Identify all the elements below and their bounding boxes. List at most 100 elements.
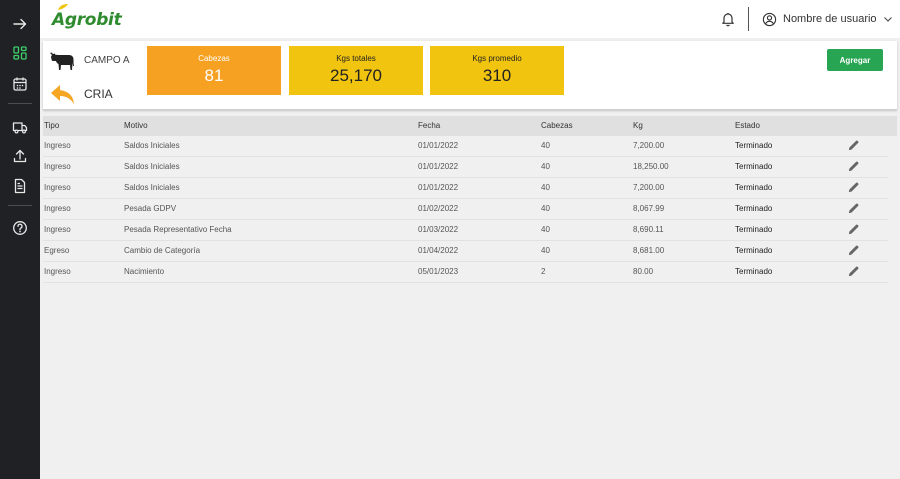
table-row: Ingreso Saldos Iniciales 01/01/2022 40 1… xyxy=(43,157,888,178)
chevron-down-icon xyxy=(883,17,892,22)
card-kgs-promedio: Kgs promedio 310 xyxy=(430,46,564,95)
cell-motivo: Nacimiento xyxy=(124,267,165,276)
sidebar-divider xyxy=(8,205,32,206)
cell-kg: 80.00 xyxy=(633,267,654,276)
cell-fecha: 01/02/2022 xyxy=(418,204,459,213)
cell-tipo: Ingreso xyxy=(44,267,71,276)
cell-fecha: 01/03/2022 xyxy=(418,225,459,234)
table-row: Ingreso Saldos Iniciales 01/01/2022 40 7… xyxy=(43,136,888,157)
cell-kg: 7,200.00 xyxy=(633,183,665,192)
cell-kg: 8,690.11 xyxy=(633,225,664,234)
cell-estado: Terminado xyxy=(735,162,773,171)
sidebar-item-calendar[interactable] xyxy=(0,72,40,96)
table-row: Ingreso Pesada Representativo Fecha 01/0… xyxy=(43,220,888,241)
truck-icon xyxy=(12,122,28,134)
cell-cabezas: 2 xyxy=(541,267,546,276)
cell-motivo: Saldos Iniciales xyxy=(124,141,180,150)
sidebar xyxy=(0,0,40,479)
card-value: 25,170 xyxy=(330,66,382,85)
table-row: Ingreso Saldos Iniciales 01/01/2022 40 7… xyxy=(43,178,888,199)
card-label: Kgs totales xyxy=(336,54,376,63)
cell-fecha: 01/01/2022 xyxy=(418,141,459,150)
cell-motivo: Cambio de Categoría xyxy=(124,246,201,255)
header-cabezas[interactable]: Cabezas xyxy=(541,116,573,136)
header-estado[interactable]: Estado xyxy=(735,116,760,136)
back-arrow-icon[interactable] xyxy=(49,83,77,107)
sidebar-item-reports[interactable] xyxy=(0,174,40,198)
upload-icon xyxy=(13,149,27,163)
cell-fecha: 01/01/2022 xyxy=(418,162,459,171)
sidebar-item-upload[interactable] xyxy=(0,144,40,168)
notifications-bell-icon[interactable] xyxy=(720,11,736,27)
header-kg[interactable]: Kg xyxy=(633,116,643,136)
cell-cabezas: 40 xyxy=(541,246,550,255)
edit-pencil-icon[interactable] xyxy=(847,139,860,152)
header-motivo[interactable]: Motivo xyxy=(124,116,148,136)
cell-fecha: 01/04/2022 xyxy=(418,246,459,255)
summary-panel: CAMPO A CRIA Cabezas 81 Kgs totales 25,1… xyxy=(43,41,897,110)
cell-motivo: Saldos Iniciales xyxy=(124,183,180,192)
cell-kg: 8,067.99 xyxy=(633,204,665,213)
cell-tipo: Ingreso xyxy=(44,141,71,150)
edit-pencil-icon[interactable] xyxy=(847,181,860,194)
cell-fecha: 01/01/2022 xyxy=(418,183,459,192)
cell-cabezas: 40 xyxy=(541,225,550,234)
cell-cabezas: 40 xyxy=(541,183,550,192)
cell-fecha: 05/01/2023 xyxy=(418,267,459,276)
arrow-right-icon xyxy=(13,18,27,30)
sidebar-item-dashboard[interactable] xyxy=(0,41,40,65)
header-fecha[interactable]: Fecha xyxy=(418,116,440,136)
cell-motivo: Pesada GDPV xyxy=(124,204,177,213)
user-menu[interactable]: Nombre de usuario xyxy=(762,10,893,28)
categoria-label: CRIA xyxy=(84,87,113,101)
sidebar-item-transport[interactable] xyxy=(0,115,40,139)
sidebar-expand-button[interactable] xyxy=(0,12,40,36)
card-value: 81 xyxy=(204,66,224,85)
edit-pencil-icon[interactable] xyxy=(847,223,860,236)
cell-kg: 7,200.00 xyxy=(633,141,665,150)
edit-pencil-icon[interactable] xyxy=(847,160,860,173)
edit-pencil-icon[interactable] xyxy=(847,244,860,257)
cell-kg: 8,681.00 xyxy=(633,246,665,255)
cell-tipo: Ingreso xyxy=(44,183,71,192)
card-cabezas: Cabezas 81 xyxy=(147,46,281,95)
edit-pencil-icon[interactable] xyxy=(847,265,860,278)
header-tipo[interactable]: Tipo xyxy=(44,116,59,136)
card-value: 310 xyxy=(482,66,512,85)
cell-motivo: Saldos Iniciales xyxy=(124,162,180,171)
cell-motivo: Pesada Representativo Fecha xyxy=(124,225,232,234)
cow-icon xyxy=(50,52,74,70)
user-name: Nombre de usuario xyxy=(783,13,877,25)
card-label: Kgs promedio xyxy=(472,54,522,63)
cell-tipo: Ingreso xyxy=(44,204,71,213)
cell-cabezas: 40 xyxy=(541,141,550,150)
sidebar-item-help[interactable] xyxy=(0,216,40,240)
campo-label: CAMPO A xyxy=(84,55,130,66)
cell-tipo: Ingreso xyxy=(44,162,71,171)
user-circle-icon xyxy=(762,12,777,26)
header-divider xyxy=(748,7,749,31)
edit-pencil-icon[interactable] xyxy=(847,202,860,215)
dashboard-grid-icon xyxy=(13,46,27,60)
cell-cabezas: 40 xyxy=(541,162,550,171)
help-icon xyxy=(13,221,27,235)
table-row: Ingreso Nacimiento 05/01/2023 2 80.00 Te… xyxy=(43,262,888,283)
cell-tipo: Egreso xyxy=(44,246,70,255)
add-button[interactable]: Agregar xyxy=(827,49,883,71)
top-header: Agrobit Nombre de usuario xyxy=(40,0,900,38)
agrobit-logo[interactable]: Agrobit xyxy=(52,4,122,30)
logo-text: Agrobit xyxy=(52,10,122,30)
cell-estado: Terminado xyxy=(735,183,773,192)
table-header: Tipo Motivo Fecha Cabezas Kg Estado xyxy=(43,116,897,136)
cell-kg: 18,250.00 xyxy=(633,162,669,171)
table-row: Egreso Cambio de Categoría 01/04/2022 40… xyxy=(43,241,888,262)
sidebar-divider xyxy=(8,103,32,104)
card-label: Cabezas xyxy=(198,54,230,63)
table-row: Ingreso Pesada GDPV 01/02/2022 40 8,067.… xyxy=(43,199,888,220)
leaf-icon xyxy=(58,4,68,10)
cell-estado: Terminado xyxy=(735,267,773,276)
cell-cabezas: 40 xyxy=(541,204,550,213)
cell-estado: Terminado xyxy=(735,225,773,234)
cell-estado: Terminado xyxy=(735,141,773,150)
cell-estado: Terminado xyxy=(735,204,773,213)
